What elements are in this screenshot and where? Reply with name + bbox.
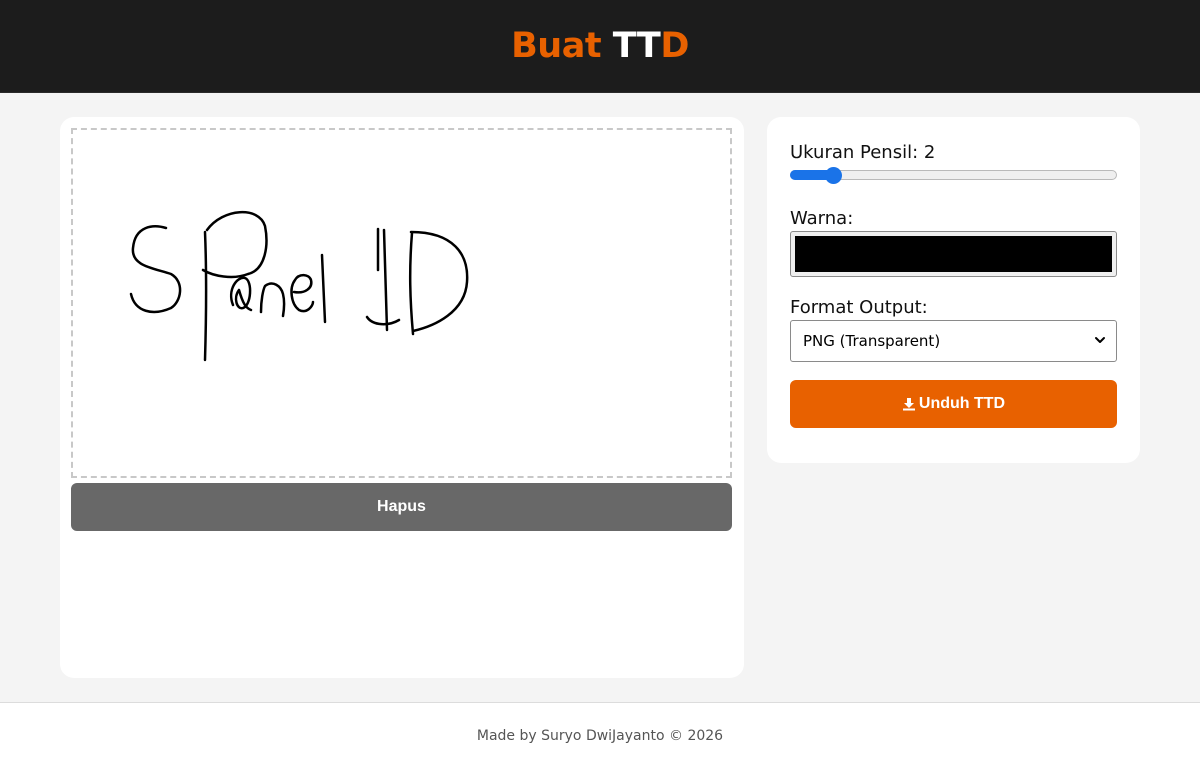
footer: Made by Suryo DwiJayanto © 2026 <box>0 702 1200 768</box>
footer-credit: Made by Suryo DwiJayanto © 2026 <box>476 727 724 744</box>
settings-card: Ukuran Pensil: 2 Warna: Format Output: P… <box>767 117 1140 463</box>
color-picker[interactable] <box>790 231 1117 277</box>
format-label: Format Output: <box>790 297 928 318</box>
download-button[interactable]: Unduh TTD <box>790 380 1117 428</box>
app-header: Buat TTD <box>0 0 1200 93</box>
page-title: Buat TTD <box>511 26 689 66</box>
title-part-1: Buat <box>511 26 613 66</box>
signature-drawing <box>129 211 469 362</box>
pencil-size-label: Ukuran Pensil: 2 <box>790 142 936 163</box>
download-label: Unduh TTD <box>918 395 1006 412</box>
signature-canvas[interactable] <box>71 128 732 478</box>
format-selected-value: PNG (Transparent) <box>803 332 941 350</box>
clear-button[interactable]: Hapus <box>71 483 732 531</box>
color-label: Warna: <box>790 208 854 229</box>
chevron-down-icon <box>1095 337 1105 343</box>
format-select[interactable]: PNG (Transparent) <box>790 320 1117 362</box>
color-swatch <box>795 236 1112 272</box>
title-part-2: TT <box>612 26 661 66</box>
pencil-size-slider[interactable] <box>790 167 1117 184</box>
slider-thumb[interactable] <box>824 167 842 184</box>
title-part-3: D <box>660 26 689 66</box>
signature-card: Hapus <box>60 117 744 678</box>
download-icon <box>902 398 915 411</box>
